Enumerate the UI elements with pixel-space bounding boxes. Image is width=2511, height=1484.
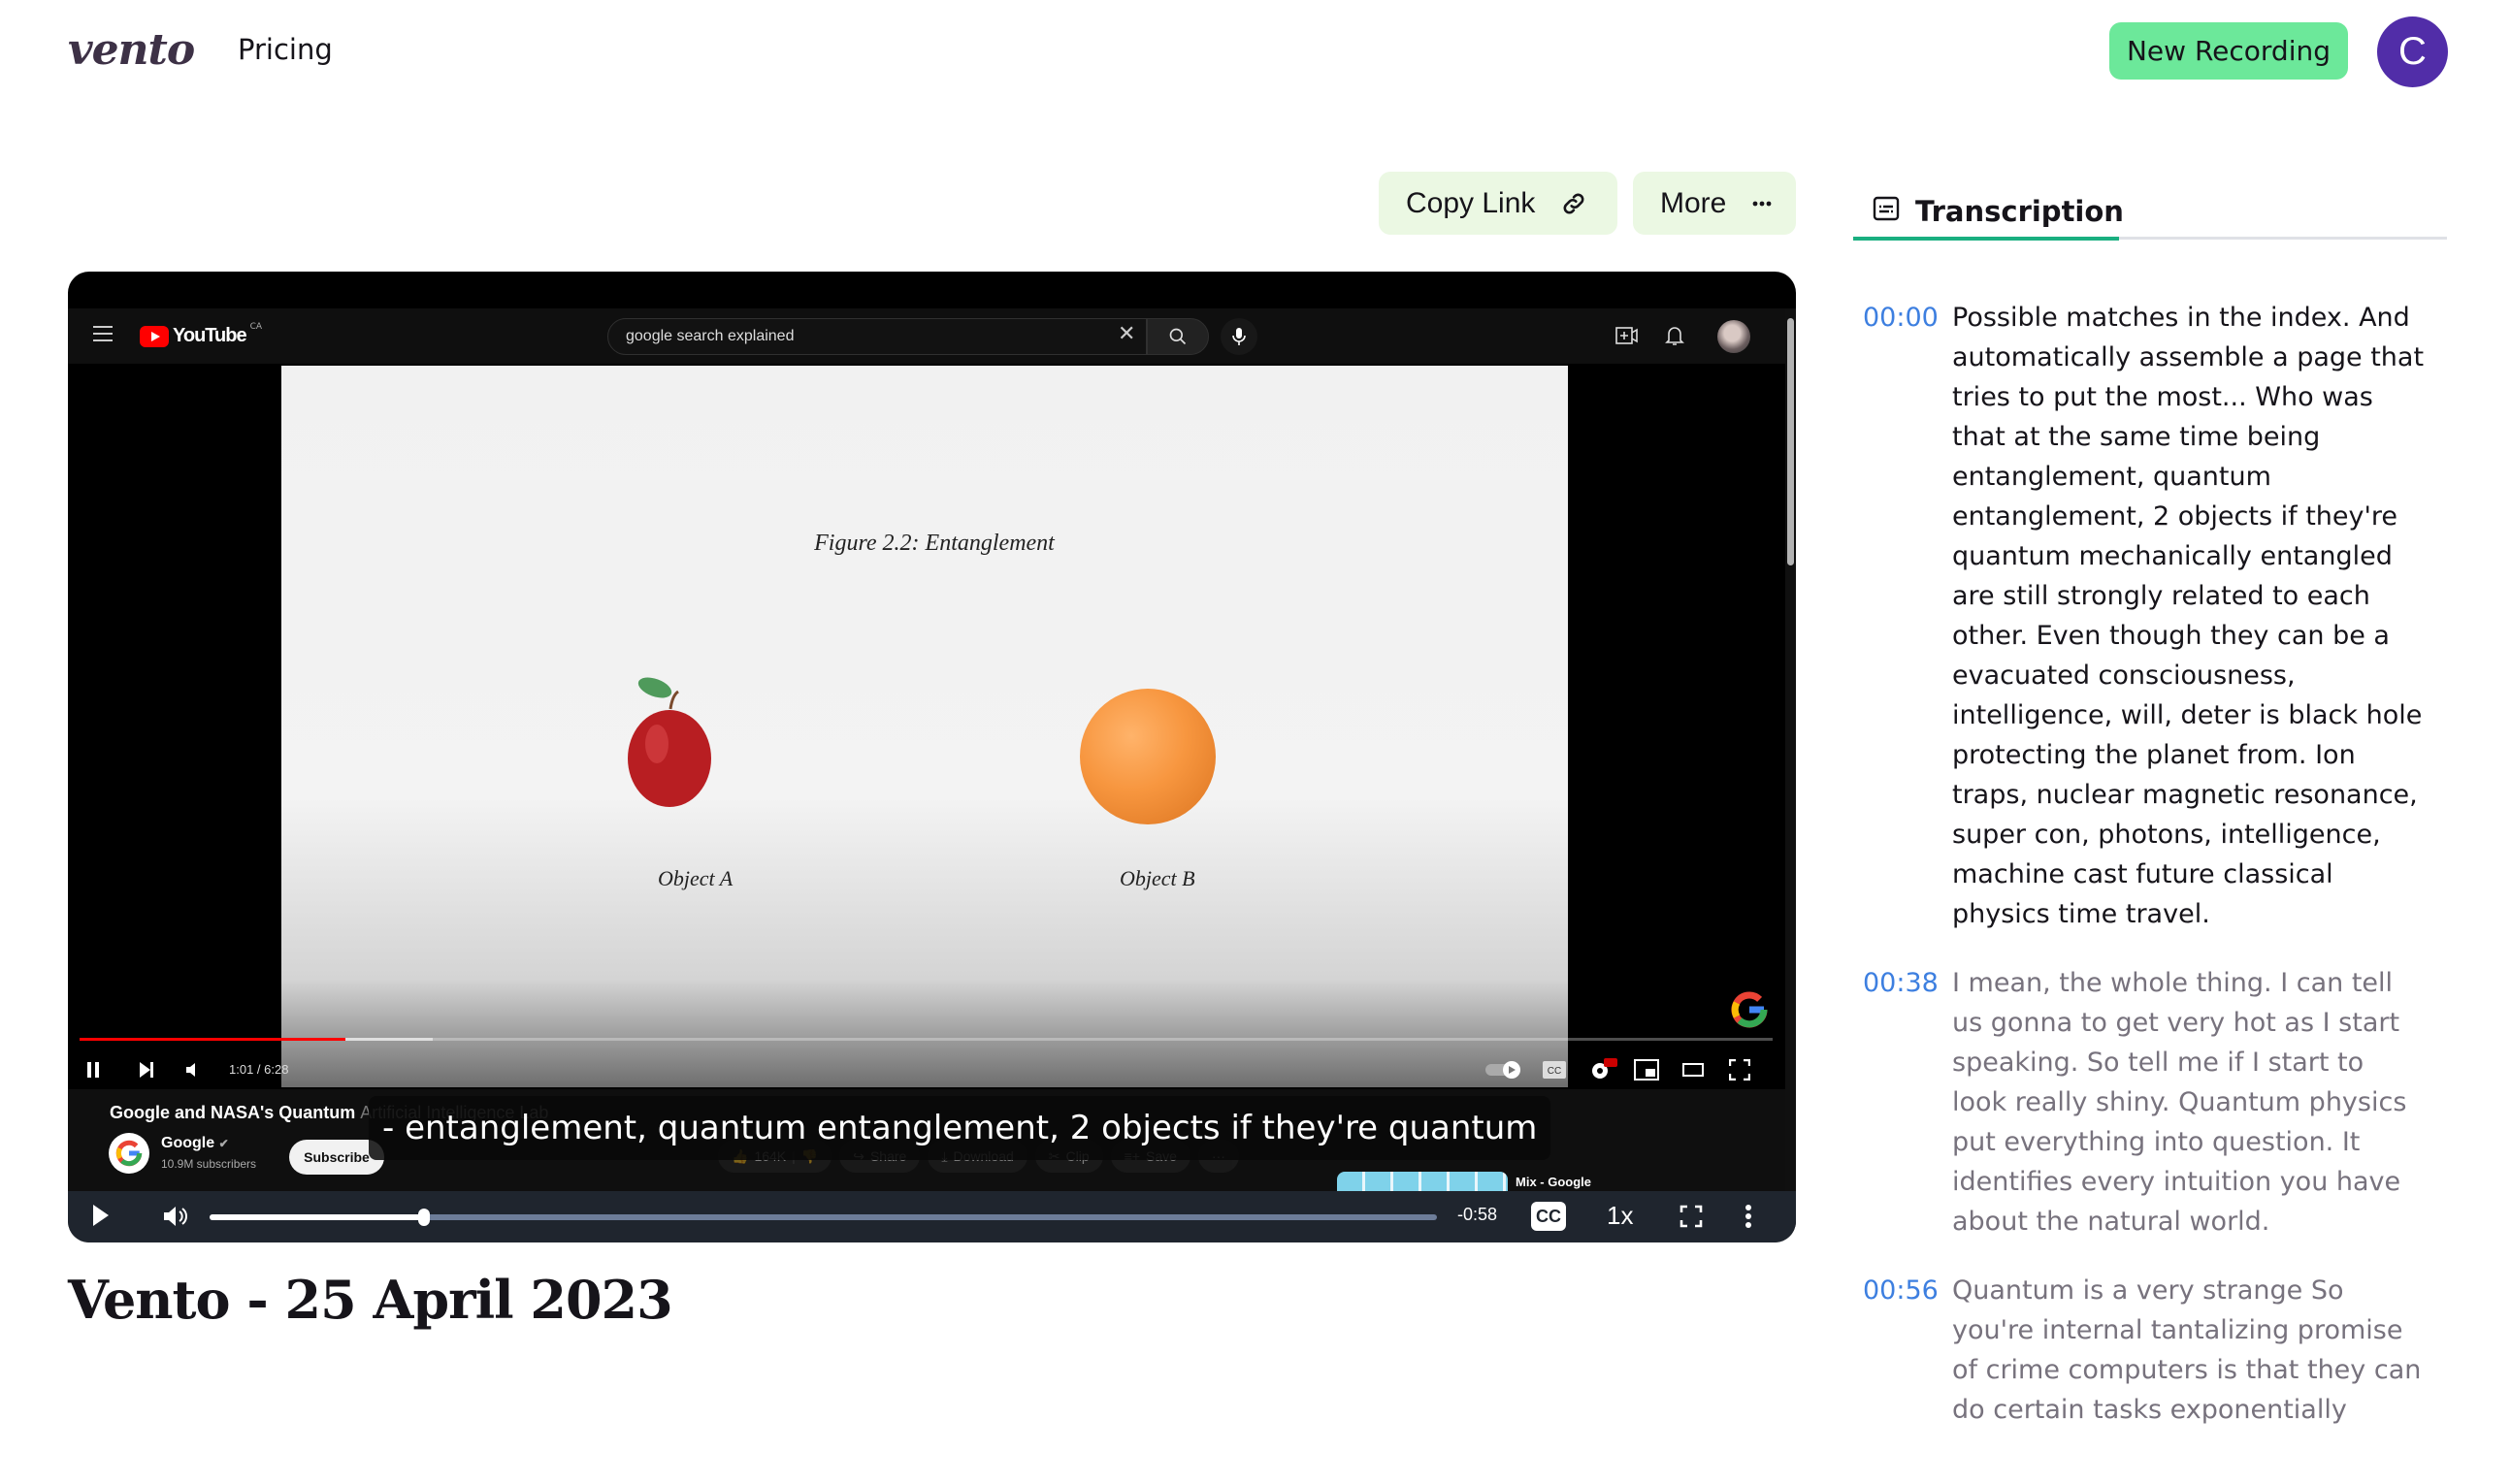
user-avatar[interactable]: C	[2377, 16, 2448, 87]
transcript-timestamp[interactable]: 00:00	[1863, 298, 1952, 934]
new-recording-button[interactable]: New Recording	[2109, 22, 2348, 80]
youtube-topbar: YouTube CA google search explained ✕	[68, 308, 1785, 364]
remaining-time: -0:58	[1457, 1205, 1498, 1224]
transcript-text: Possible matches in the index. And autom…	[1952, 303, 2425, 929]
create-video-icon	[1615, 326, 1639, 349]
copy-link-label: Copy Link	[1406, 186, 1536, 219]
nav-link-pricing[interactable]: Pricing	[238, 33, 333, 66]
transcript-entry: 00:56 Quantum is a very strange So you'r…	[1863, 1271, 2426, 1430]
transcript-timestamp[interactable]: 00:56	[1863, 1271, 1952, 1430]
youtube-user-avatar	[1717, 320, 1750, 353]
more-label: More	[1660, 186, 1727, 219]
youtube-cc-icon: CC	[1543, 1053, 1566, 1086]
youtube-search-field: google search explained	[607, 318, 1147, 355]
embedded-scrollbar	[1785, 308, 1796, 1242]
transcript-timestamp[interactable]: 00:38	[1863, 963, 1952, 1242]
miniplayer-icon	[1634, 1053, 1659, 1086]
apple-image	[628, 677, 711, 807]
embedded-scrollbar-thumb	[1787, 318, 1794, 565]
verified-icon: ✔	[218, 1137, 229, 1150]
video-player[interactable]: YouTube CA google search explained ✕ Fig…	[68, 272, 1796, 1242]
youtube-settings-icon	[1588, 1053, 1617, 1086]
closed-caption-text: - entanglement, quantum entanglement, 2 …	[369, 1096, 1551, 1160]
youtube-play-icon	[140, 325, 169, 347]
playback-speed-button[interactable]: 1x	[1607, 1201, 1633, 1231]
youtube-next-icon	[138, 1053, 155, 1086]
theater-mode-icon	[1682, 1053, 1704, 1086]
player-controls: -0:58 CC 1x	[68, 1191, 1796, 1242]
youtube-fullscreen-icon	[1729, 1053, 1750, 1086]
youtube-logo: YouTube CA	[140, 322, 262, 347]
seek-bar[interactable]	[210, 1209, 1437, 1226]
more-button[interactable]: More	[1633, 172, 1796, 235]
microphone-icon	[1221, 318, 1257, 355]
link-icon	[1560, 190, 1587, 217]
channel-logo-icon	[109, 1133, 149, 1174]
svg-text:CC: CC	[1548, 1066, 1561, 1077]
seek-bar-handle[interactable]	[418, 1209, 431, 1226]
video-frame: Figure 2.2: Entanglement Object A Object…	[281, 366, 1568, 1087]
recording-title: Vento - 25 April 2023	[68, 1269, 673, 1331]
play-icon[interactable]	[93, 1205, 109, 1226]
notifications-bell-icon	[1665, 324, 1684, 351]
transcript-text: Quantum is a very strange So you're inte…	[1952, 1275, 2422, 1425]
subtitles-icon	[1873, 195, 1900, 228]
youtube-pause-icon	[85, 1053, 101, 1086]
youtube-progress-played	[80, 1038, 345, 1041]
seek-bar-progress	[210, 1214, 425, 1220]
figure-title: Figure 2.2: Entanglement	[814, 531, 1055, 556]
clear-search-icon: ✕	[1118, 322, 1136, 346]
hamburger-menu-icon	[93, 326, 113, 343]
captions-button[interactable]: CC	[1531, 1202, 1566, 1231]
transcript-list: 00:00 Possible matches in the index. And…	[1863, 298, 2426, 1459]
google-logo-icon	[1731, 991, 1768, 1028]
volume-icon[interactable]	[161, 1203, 188, 1234]
object-b-label: Object B	[1120, 866, 1195, 890]
transcript-text: I mean, the whole thing. I can tell us g…	[1952, 968, 2407, 1237]
channel-subscribers: 10.9M subscribers	[161, 1157, 257, 1171]
channel-name: Google ✔	[161, 1135, 229, 1151]
mix-title: Mix - Google	[1516, 1175, 1591, 1189]
kebab-menu-icon[interactable]	[1745, 1204, 1752, 1233]
autoplay-toggle-icon	[1484, 1053, 1523, 1086]
vento-logo[interactable]: vento	[68, 25, 195, 75]
object-a-label: Object A	[658, 866, 734, 890]
youtube-time-display: 1:01 / 6:28	[229, 1062, 289, 1077]
tab-transcription[interactable]: Transcription	[1853, 184, 2124, 239]
tab-transcription-label: Transcription	[1915, 195, 2124, 228]
search-icon	[1147, 318, 1209, 355]
transcript-entry: 00:38 I mean, the whole thing. I can tel…	[1863, 963, 2426, 1242]
orange-image	[1080, 689, 1216, 824]
ellipsis-icon	[1751, 200, 1773, 208]
fullscreen-icon[interactable]	[1679, 1205, 1703, 1232]
youtube-volume-icon	[184, 1053, 200, 1086]
transcript-entry: 00:00 Possible matches in the index. And…	[1863, 298, 2426, 934]
copy-link-button[interactable]: Copy Link	[1379, 172, 1617, 235]
tab-active-indicator	[1853, 237, 2119, 241]
